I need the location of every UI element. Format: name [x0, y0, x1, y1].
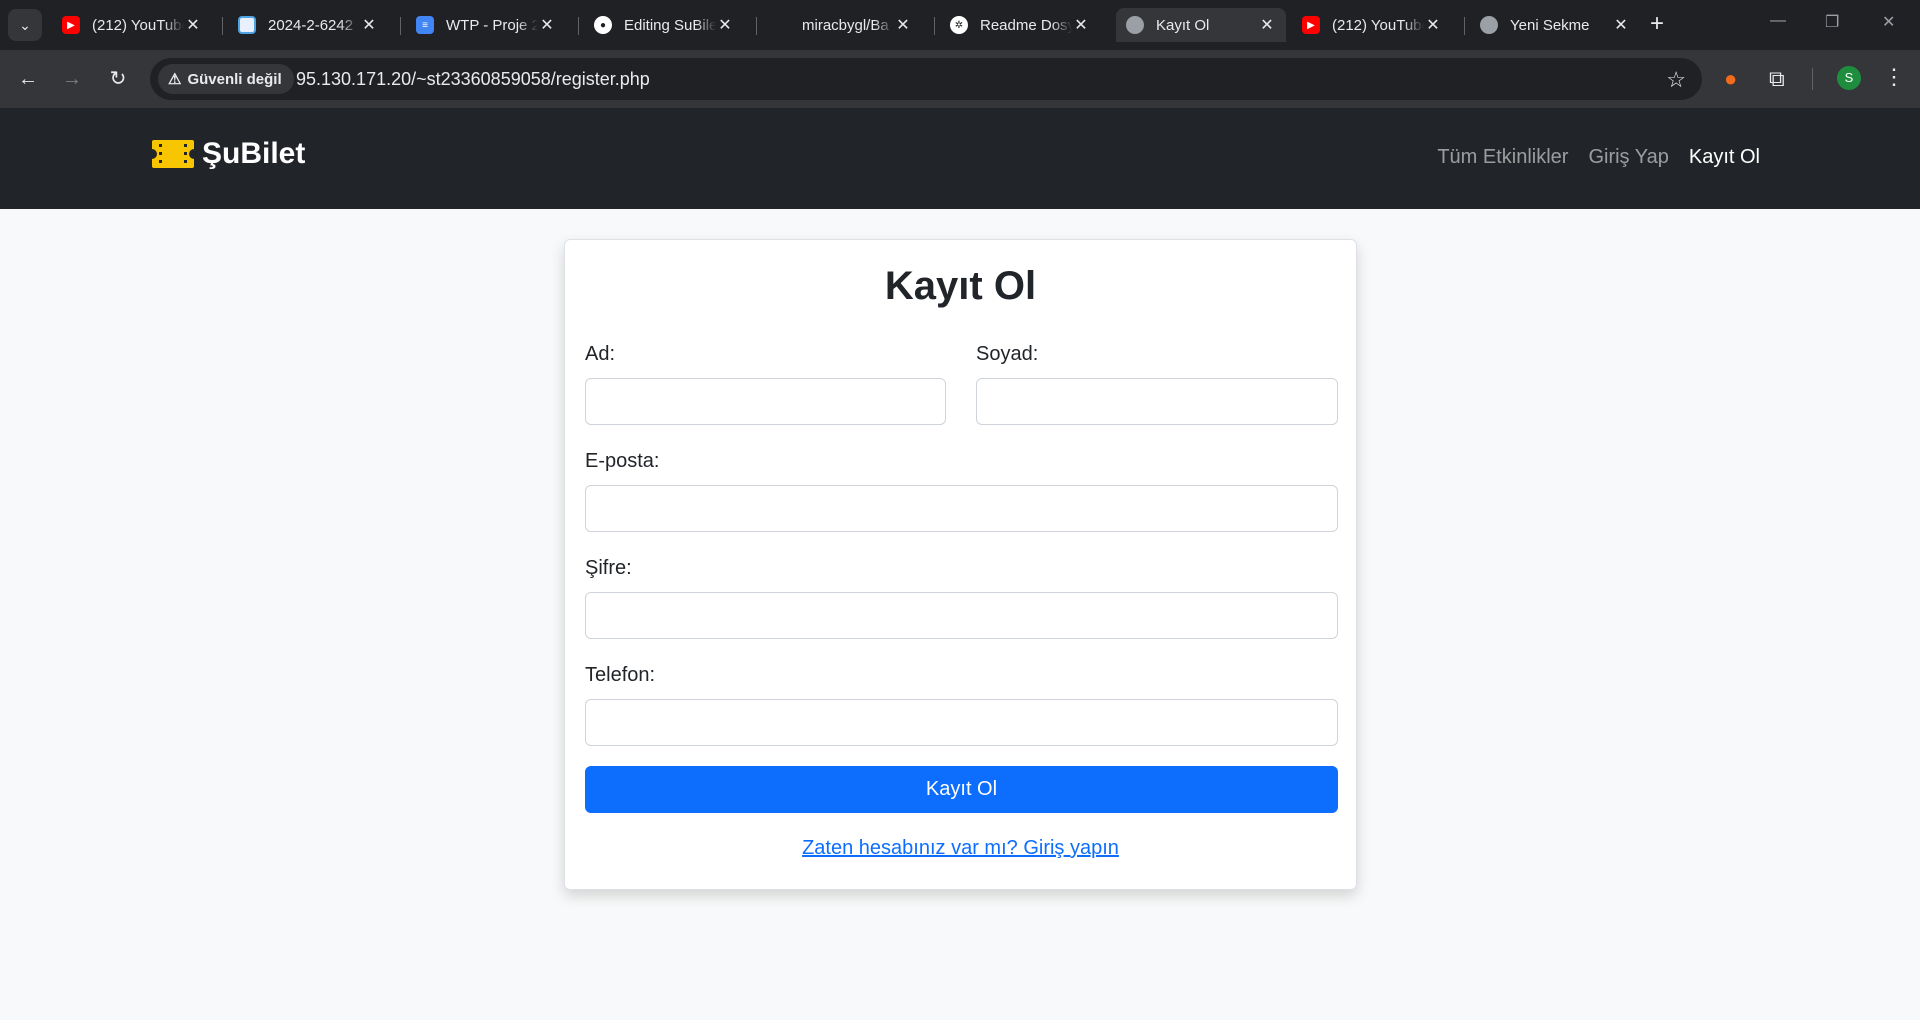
close-icon[interactable]: ✕	[538, 15, 556, 35]
security-chip[interactable]: ⚠ Güvenli değil	[158, 64, 294, 94]
close-icon[interactable]: ✕	[360, 15, 378, 35]
minimize-icon[interactable]: —	[1770, 12, 1786, 30]
tab-chatgpt[interactable]: ✲ Readme Dosya ✕	[940, 8, 1100, 42]
login-link[interactable]: Zaten hesabınız var mı? Giriş yapın	[565, 837, 1356, 860]
url-text[interactable]: 95.130.171.20/~st23360859058/register.ph…	[296, 69, 650, 90]
security-chip-label: Güvenli değil	[187, 70, 282, 88]
window-close-icon[interactable]: ✕	[1882, 12, 1895, 32]
first-name-label: Ad:	[585, 343, 616, 365]
phone-label: Telefon:	[585, 664, 656, 686]
profile-avatar[interactable]: S	[1837, 66, 1861, 90]
email-label: E-posta:	[585, 450, 660, 472]
email-field[interactable]	[585, 485, 1338, 532]
back-icon[interactable]: ←	[14, 65, 42, 93]
close-icon[interactable]: ✕	[1258, 15, 1276, 35]
password-field[interactable]	[585, 592, 1338, 639]
extensions-puzzle-icon[interactable]: ⧉	[1769, 66, 1785, 92]
ticket-icon	[152, 140, 194, 168]
nav-login[interactable]: Giriş Yap	[1588, 146, 1668, 169]
warning-icon: ⚠	[168, 71, 182, 88]
address-bar[interactable]: ⚠ Güvenli değil 95.130.171.20/~st2336085…	[150, 58, 1702, 100]
tab-github-edit[interactable]: ● Editing SuBilet ✕	[584, 8, 744, 42]
tab-title: 2024-2-6242	[268, 16, 354, 34]
tab-title: WTP - Proje 2	[446, 16, 538, 34]
bookmark-star-icon[interactable]: ☆	[1666, 67, 1686, 93]
tab-title: Yeni Sekme	[1510, 16, 1590, 34]
tab-title: Editing SuBilet	[624, 16, 716, 34]
last-name-field[interactable]	[976, 378, 1338, 425]
chrome-icon	[1480, 16, 1498, 34]
github-icon	[772, 16, 790, 34]
tab-title: Kayıt Ol	[1156, 16, 1210, 34]
youtube-icon: ▶	[1302, 16, 1320, 34]
reload-icon[interactable]: ↻	[104, 65, 132, 93]
tab-youtube-2[interactable]: ▶ (212) YouTube ✕	[1292, 8, 1452, 42]
restore-icon[interactable]: ❐	[1825, 12, 1839, 32]
tab-title: Readme Dosya	[980, 16, 1072, 34]
tab-search-button[interactable]: ⌄	[8, 9, 42, 41]
site-navbar: ŞuBilet Tüm Etkinlikler Giriş Yap Kayıt …	[0, 108, 1920, 209]
youtube-icon: ▶	[62, 16, 80, 34]
tab-new[interactable]: Yeni Sekme ✕	[1470, 8, 1640, 42]
phone-field[interactable]	[585, 699, 1338, 746]
tab-edu[interactable]: 2024-2-6242 ✕	[228, 8, 388, 42]
close-icon[interactable]: ✕	[1072, 15, 1090, 35]
register-button[interactable]: Kayıt Ol	[585, 766, 1338, 813]
last-name-label: Soyad:	[976, 343, 1039, 365]
google-docs-icon: ≡	[416, 16, 434, 34]
chatgpt-icon: ✲	[950, 16, 968, 34]
github-icon: ●	[594, 16, 612, 34]
new-tab-button[interactable]: +	[1650, 12, 1664, 36]
tab-title: (212) YouTube	[92, 16, 184, 34]
tab-github-repo[interactable]: miracbygl/Ba ✕	[762, 8, 922, 42]
password-label: Şifre:	[585, 557, 632, 579]
menu-dots-icon[interactable]: ⋮	[1883, 64, 1905, 90]
browser-tabstrip: ⌄ ▶ (212) YouTube ✕ 2024-2-6242 ✕ ≡ WTP …	[0, 0, 1920, 50]
brand-name: ŞuBilet	[202, 137, 306, 170]
close-icon[interactable]: ✕	[184, 15, 202, 35]
close-icon[interactable]: ✕	[716, 15, 734, 35]
nav-links: Tüm Etkinlikler Giriş Yap Kayıt Ol	[1417, 146, 1760, 169]
tab-title: (212) YouTube	[1332, 16, 1424, 34]
browser-toolbar: ← → ↻ ⚠ Güvenli değil 95.130.171.20/~st2…	[0, 50, 1920, 108]
tab-docs[interactable]: ≡ WTP - Proje 2 ✕	[406, 8, 566, 42]
tab-title: miracbygl/Ba	[802, 16, 889, 34]
register-card: Kayıt Ol Ad: Soyad: E-posta: Şifre: Tele…	[564, 239, 1357, 890]
close-icon[interactable]: ✕	[1424, 15, 1442, 35]
forward-icon[interactable]: →	[58, 65, 86, 93]
tab-youtube-1[interactable]: ▶ (212) YouTube ✕	[52, 8, 212, 42]
brand-logo[interactable]: ŞuBilet	[150, 137, 305, 171]
close-icon[interactable]: ✕	[894, 15, 912, 35]
tab-register-active[interactable]: Kayıt Ol ✕	[1116, 8, 1286, 42]
first-name-field[interactable]	[585, 378, 946, 425]
page-title: Kayıt Ol	[884, 264, 1037, 308]
extension-icon[interactable]: ●	[1724, 66, 1737, 92]
nav-all-events[interactable]: Tüm Etkinlikler	[1437, 146, 1568, 169]
globe-icon	[1126, 16, 1144, 34]
nav-register[interactable]: Kayıt Ol	[1689, 146, 1760, 169]
edu-site-icon	[238, 16, 256, 34]
close-icon[interactable]: ✕	[1612, 15, 1630, 35]
